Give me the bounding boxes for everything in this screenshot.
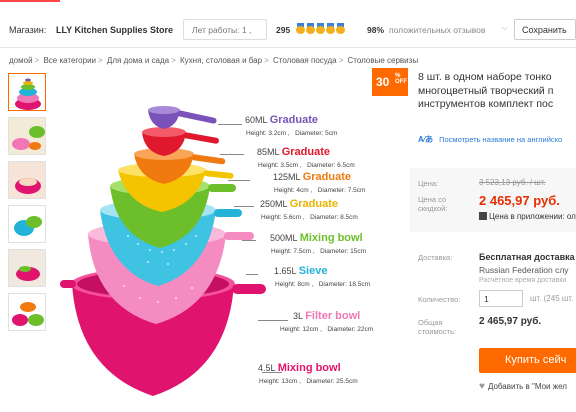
chevron-down-icon[interactable]: ⌵ xyxy=(502,25,507,33)
thumbnail-sieve-image xyxy=(14,216,42,236)
price-label: Цена: xyxy=(418,179,439,188)
spec-250ml: Height: 5.6cm , Diameter: 8.5cm xyxy=(261,214,358,221)
medal-icon xyxy=(336,23,345,34)
thumbnail-6[interactable] xyxy=(8,293,46,331)
positive-feedback-percent: 98% xyxy=(367,25,385,35)
total-label: Общая стоимость: xyxy=(418,318,456,336)
thumbnail-5[interactable] xyxy=(8,249,46,287)
heart-icon: ♥ xyxy=(479,381,485,392)
top-accent-strip xyxy=(0,0,576,5)
store-name-link[interactable]: LLY Kitchen Supplies Store xyxy=(56,25,173,35)
thumbnail-bowls-image xyxy=(15,78,41,110)
label-4-5l: 4.5L Mixing bowl xyxy=(258,362,341,374)
breadcrumb-item[interactable]: Столовые сервизы xyxy=(348,56,419,65)
spec-60ml: Height: 3.2cm , Diameter: 5cm xyxy=(246,130,338,137)
quantity-input[interactable]: 1 xyxy=(479,290,523,307)
qr-icon xyxy=(479,212,487,220)
spec-4-5l: Height: 13cm , Diameter: 25.5cm xyxy=(259,378,358,385)
thumbnail-4[interactable] xyxy=(8,205,46,243)
breadcrumb: домой > Все категории > Для дома и сада > К… xyxy=(9,56,419,65)
store-bar: Магазин: LLY Kitchen Supplies Store Лет … xyxy=(0,14,576,48)
shipping-title: Бесплатная доставка xyxy=(479,252,575,262)
label-250ml: 250ML Graduate xyxy=(260,198,338,210)
thumbnail-1[interactable] xyxy=(8,73,46,111)
medal-icon xyxy=(296,23,305,34)
seller-medals xyxy=(296,23,345,34)
medal-icon xyxy=(326,23,335,34)
spec-85ml: Height: 3.5cm , Diameter: 6.5cm xyxy=(258,162,355,169)
thumbnail-salad-image xyxy=(9,250,45,286)
label-125ml: 125ML Graduate xyxy=(273,171,351,183)
thumbnail-2[interactable] xyxy=(8,117,46,155)
medal-icon xyxy=(316,23,325,34)
quantity-note: шт. (245 шт. в н xyxy=(530,294,576,303)
spec-3l: Height: 12cm , Diameter: 22cm xyxy=(280,326,374,333)
thumbnail-set-image xyxy=(12,302,44,326)
breadcrumb-item[interactable]: Столовая посуда xyxy=(273,56,337,65)
add-to-wishlist-link[interactable]: ♥ Добавить в "Мои жел xyxy=(479,381,567,392)
spec-1-65l: Height: 8cm , Diameter: 18.5cm xyxy=(275,281,371,288)
translate-icon: A⁄あ xyxy=(418,135,434,144)
label-85ml: 85ML Graduate xyxy=(257,146,330,158)
thumbnail-3[interactable] xyxy=(8,161,46,199)
thumbnail-kitchen-image xyxy=(9,118,45,154)
spec-500ml: Height: 7.5cm , Diameter: 15cm xyxy=(271,248,367,255)
shipping-destination[interactable]: Russian Federation слу xyxy=(479,265,569,275)
breadcrumb-item[interactable]: домой xyxy=(9,56,33,65)
breadcrumb-item[interactable]: Все категории xyxy=(43,56,96,65)
quantity-label: Количество: xyxy=(418,295,461,304)
store-years-badge[interactable]: Лет работы: 1 , xyxy=(183,19,267,40)
translate-title-link[interactable]: A⁄あ Посмотреть название на английско xyxy=(418,134,562,145)
discount-price: 2 465,97 руб. xyxy=(479,193,560,208)
label-60ml: 60ML Graduate xyxy=(245,114,318,126)
store-label: Магазин: xyxy=(9,25,47,35)
label-3l: 3L Filter bowl xyxy=(293,310,361,322)
shipping-label: Доставка: xyxy=(418,253,453,262)
thumbnail-list xyxy=(8,73,48,337)
positive-feedback-label[interactable]: положительных отзывов xyxy=(389,25,485,35)
label-500ml: 500ML Mixing bowl xyxy=(270,232,363,244)
product-title: 8 шт. в одном наборе тонко многоцветный … xyxy=(418,71,554,110)
feedback-count: 295 xyxy=(276,25,291,35)
thumbnail-food-image xyxy=(9,162,45,198)
main-product-image[interactable]: 30 % OFF 60ML Graduate Height: 3.2cm , Di… xyxy=(58,66,410,412)
breadcrumb-item[interactable]: Кухня, столовая и бар xyxy=(180,56,262,65)
discount-badge: 30 % OFF xyxy=(372,68,408,96)
save-store-button[interactable]: Сохранить xyxy=(514,19,576,40)
shipping-time: Расчётное время доставки xyxy=(479,277,567,284)
breadcrumb-item[interactable]: Для дома и сада xyxy=(107,56,169,65)
spec-125ml: Height: 4cm , Diameter: 7.5cm xyxy=(274,187,366,194)
discount-price-label: Цена со скидкой: xyxy=(418,195,448,213)
medal-icon xyxy=(306,23,315,34)
label-1-65l: 1.65L Sieve xyxy=(274,265,328,277)
buy-now-button[interactable]: Купить сейч xyxy=(479,348,576,373)
app-price[interactable]: Цена в приложении: ол xyxy=(479,212,576,221)
total-price: 2 465,97 руб. xyxy=(479,316,542,327)
old-price: 3 523,13 руб. / шт. xyxy=(479,178,546,187)
